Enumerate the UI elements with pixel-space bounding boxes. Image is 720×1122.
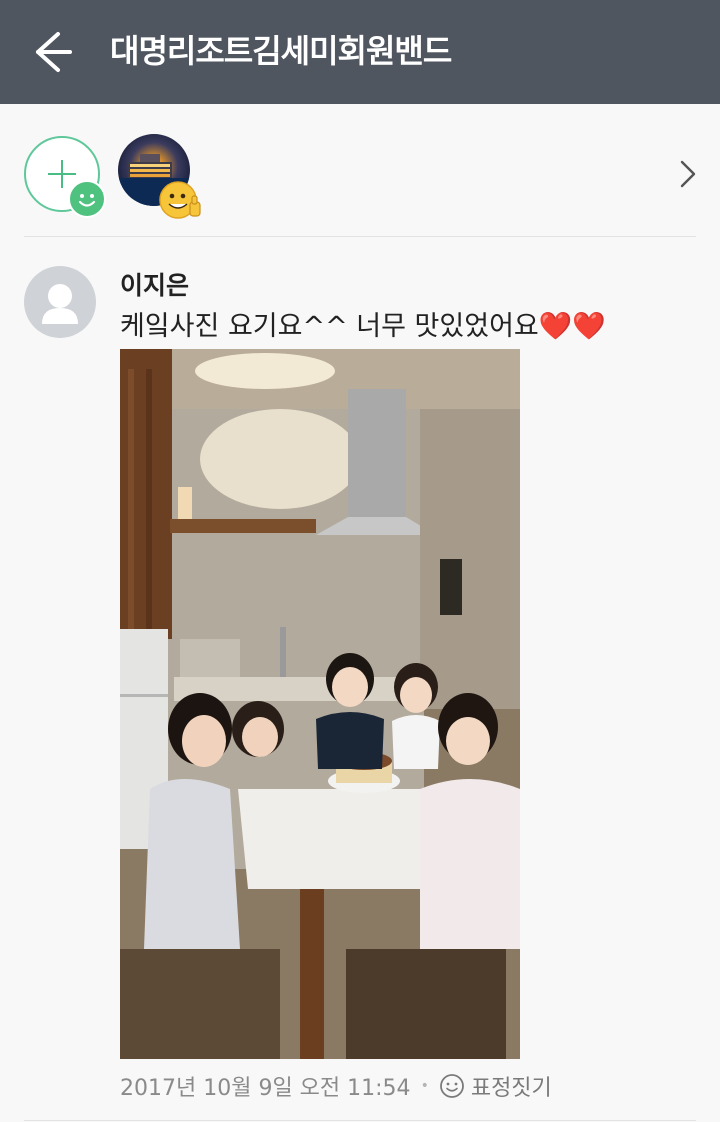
person-icon	[42, 284, 78, 324]
divider	[24, 236, 696, 237]
app-bar: 대명리조트김세미회원밴드	[0, 0, 720, 104]
thumbs-up-emoji-icon	[156, 176, 204, 224]
more-stickers-button[interactable]	[670, 156, 706, 192]
attached-photo[interactable]	[120, 349, 520, 1059]
comment-meta: 2017년 10월 9일 오전 11:54 • 표정짓기	[120, 1070, 552, 1102]
timestamp: 2017년 10월 9일 오전 11:54	[120, 1076, 411, 1101]
arrow-left-icon	[36, 32, 72, 72]
heart-emoji-icon: ❤️❤️	[538, 311, 607, 342]
separator-dot: •	[420, 1078, 429, 1094]
author-name[interactable]: 이지은	[120, 266, 189, 302]
comment-body: 케잌사진 요기요^^ 너무 맛있었어요	[120, 311, 539, 342]
add-sticker-button[interactable]	[24, 136, 106, 218]
divider	[24, 1120, 696, 1121]
smiley-icon	[439, 1074, 464, 1098]
author-avatar[interactable]	[24, 266, 96, 338]
react-label: 표정짓기	[470, 1076, 552, 1101]
page-title: 대명리조트김세미회원밴드	[110, 32, 452, 70]
sticker-row	[0, 104, 720, 238]
back-button[interactable]	[24, 24, 80, 80]
chevron-right-icon	[680, 160, 696, 188]
smile-badge-icon	[68, 180, 106, 218]
comment-text: 케잌사진 요기요^^ 너무 맛있었어요❤️❤️	[120, 304, 606, 343]
react-button[interactable]: 표정짓기	[439, 1070, 552, 1102]
